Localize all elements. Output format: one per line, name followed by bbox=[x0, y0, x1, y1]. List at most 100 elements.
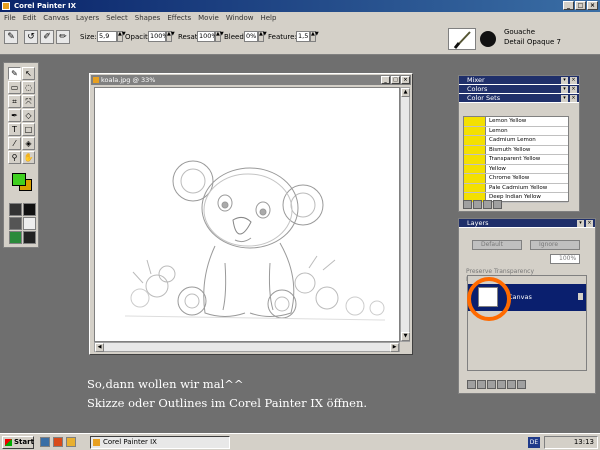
layers-panel-header[interactable]: Layers ▾ × bbox=[459, 219, 595, 228]
composite-depth-dropdown[interactable]: Ignore bbox=[530, 240, 580, 250]
color-set-item[interactable]: Bismuth Yellow bbox=[464, 145, 568, 155]
scroll-right-arrow-icon[interactable]: ▶ bbox=[390, 343, 399, 352]
scroll-left-arrow-icon[interactable]: ◀ bbox=[95, 343, 104, 352]
color-set-item[interactable]: Cadmium Lemon bbox=[464, 136, 568, 146]
document-title-bar[interactable]: koala.jpg @ 33% _ □ × bbox=[91, 75, 411, 85]
quicklaunch-desktop-icon[interactable] bbox=[40, 437, 50, 447]
doc-close-button[interactable]: × bbox=[401, 76, 410, 84]
color-set-find-icon[interactable] bbox=[493, 200, 502, 209]
feature-field[interactable]: 1,5 bbox=[296, 31, 310, 42]
document-vertical-scrollbar[interactable]: ▲ ▼ bbox=[400, 87, 410, 342]
menu-shapes[interactable]: Shapes bbox=[135, 14, 161, 22]
color-set-item[interactable]: Chrome Yellow bbox=[464, 174, 568, 184]
colors-close-icon[interactable]: × bbox=[570, 86, 577, 93]
colors-panel-header[interactable]: Colors ▾ × bbox=[459, 85, 579, 94]
new-layer-icon[interactable] bbox=[497, 380, 506, 389]
minimize-button[interactable]: _ bbox=[563, 1, 574, 10]
menu-file[interactable]: File bbox=[4, 14, 16, 22]
delete-layer-icon[interactable] bbox=[517, 380, 526, 389]
drawing-canvas[interactable] bbox=[94, 87, 400, 342]
layers-menu-icon[interactable]: ▾ bbox=[577, 220, 584, 227]
bleed-spinner[interactable]: ▲▼ bbox=[258, 31, 267, 42]
color-set-item[interactable]: Lemon Yellow bbox=[464, 117, 568, 127]
lasso-tool[interactable]: ◌ bbox=[22, 81, 35, 94]
mixer-menu-icon[interactable]: ▾ bbox=[561, 77, 568, 84]
color-sets-panel-header[interactable]: Color Sets ▾ × bbox=[459, 94, 579, 103]
pattern-selector-icon[interactable] bbox=[9, 217, 22, 230]
brush-tool[interactable]: ✎ bbox=[8, 67, 21, 80]
menu-effects[interactable]: Effects bbox=[167, 14, 191, 22]
start-button[interactable]: Start bbox=[2, 436, 34, 449]
layer-commands-icon[interactable] bbox=[467, 380, 476, 389]
dropper-tool[interactable]: ⁄ bbox=[8, 137, 21, 150]
maximize-button[interactable]: □ bbox=[575, 1, 586, 10]
menu-movie[interactable]: Movie bbox=[198, 14, 219, 22]
size-field[interactable]: 5,9 bbox=[97, 31, 117, 42]
gradient-selector-icon[interactable] bbox=[23, 203, 36, 216]
resat-field[interactable]: 100% bbox=[197, 31, 218, 42]
color-set-remove-icon[interactable] bbox=[483, 200, 492, 209]
mixer-panel-header[interactable]: Mixer ▾ × bbox=[459, 76, 579, 85]
menu-canvas[interactable]: Canvas bbox=[43, 14, 69, 22]
pen-tool[interactable]: ✒ bbox=[8, 109, 21, 122]
color-set-item[interactable]: Lemon bbox=[464, 126, 568, 136]
reset-tool-icon[interactable]: ↺ bbox=[24, 30, 38, 44]
opacity-field[interactable]: 100% bbox=[148, 31, 169, 42]
grabber-tool[interactable]: ✋ bbox=[22, 151, 35, 164]
size-spinner[interactable]: ▲▼ bbox=[117, 31, 126, 42]
color-set-item[interactable]: Pale Cadmium Yellow bbox=[464, 183, 568, 193]
brush-tool-icon[interactable]: ✎ bbox=[4, 30, 18, 44]
color-set-item[interactable]: Transparent Yellow bbox=[464, 155, 568, 165]
new-layer-mask-icon[interactable] bbox=[507, 380, 516, 389]
layer-adjuster-tool[interactable]: ↖ bbox=[22, 67, 35, 80]
language-indicator[interactable]: DE bbox=[528, 437, 540, 448]
document-horizontal-scrollbar[interactable]: ◀ ▶ bbox=[94, 342, 400, 352]
dynamic-plugins-icon[interactable] bbox=[477, 380, 486, 389]
color-set-library-icon[interactable] bbox=[463, 200, 472, 209]
colors-menu-icon[interactable]: ▾ bbox=[561, 86, 568, 93]
nozzle-selector-icon[interactable] bbox=[9, 231, 22, 244]
opacity-spinner[interactable]: ▲▼ bbox=[166, 31, 175, 42]
mixer-close-icon[interactable]: × bbox=[570, 77, 577, 84]
color-set-item[interactable]: Yellow bbox=[464, 164, 568, 174]
menu-layers[interactable]: Layers bbox=[76, 14, 99, 22]
menu-help[interactable]: Help bbox=[260, 14, 276, 22]
paper-selector-icon[interactable] bbox=[9, 203, 22, 216]
clock[interactable]: 13:13 bbox=[574, 438, 594, 446]
resat-spinner[interactable]: ▲▼ bbox=[215, 31, 224, 42]
layers-close-icon[interactable]: × bbox=[586, 220, 593, 227]
weaving-selector-icon[interactable] bbox=[23, 217, 36, 230]
brush-selector[interactable] bbox=[448, 28, 476, 50]
magnifier-tool[interactable]: ⚲ bbox=[8, 151, 21, 164]
brush-stroke-icon[interactable]: ✏ bbox=[56, 30, 70, 44]
feature-spinner[interactable]: ▲▼ bbox=[310, 31, 319, 42]
brush-name-display[interactable]: Gouache Detail Opaque 7 bbox=[504, 27, 561, 47]
quicklaunch-browser-icon[interactable] bbox=[53, 437, 63, 447]
preserve-transparency-checkbox[interactable]: Preserve Transparency bbox=[466, 268, 534, 275]
crop-tool[interactable]: ⌗ bbox=[8, 95, 21, 108]
menu-select[interactable]: Select bbox=[106, 14, 128, 22]
color-sets-close-icon[interactable]: × bbox=[570, 95, 577, 102]
rectangle-tool[interactable]: □ bbox=[22, 123, 35, 136]
menu-edit[interactable]: Edit bbox=[23, 14, 37, 22]
brush-dab-icon[interactable]: ✐ bbox=[40, 30, 54, 44]
close-button[interactable]: × bbox=[587, 1, 598, 10]
main-color-swatch[interactable] bbox=[12, 173, 26, 186]
doc-maximize-button[interactable]: □ bbox=[391, 76, 400, 84]
bleed-field[interactable]: 0% bbox=[244, 31, 258, 42]
layer-opacity-field[interactable]: 100% bbox=[550, 254, 580, 264]
quicklaunch-folder-icon[interactable] bbox=[66, 437, 76, 447]
text-tool[interactable]: T bbox=[8, 123, 21, 136]
color-sets-menu-icon[interactable]: ▾ bbox=[561, 95, 568, 102]
look-selector-icon[interactable] bbox=[23, 231, 36, 244]
color-set-add-icon[interactable] bbox=[473, 200, 482, 209]
lock-icon[interactable] bbox=[578, 293, 583, 300]
paint-bucket-tool[interactable]: ◈ bbox=[22, 137, 35, 150]
scroll-up-arrow-icon[interactable]: ▲ bbox=[401, 88, 410, 97]
menu-window[interactable]: Window bbox=[226, 14, 254, 22]
shape-tool[interactable]: ◇ bbox=[22, 109, 35, 122]
taskbar-item-painter[interactable]: Corel Painter IX bbox=[90, 436, 230, 449]
doc-minimize-button[interactable]: _ bbox=[381, 76, 390, 84]
brush-variant-icon[interactable] bbox=[480, 31, 496, 47]
transform-tool[interactable]: ⤧ bbox=[22, 95, 35, 108]
